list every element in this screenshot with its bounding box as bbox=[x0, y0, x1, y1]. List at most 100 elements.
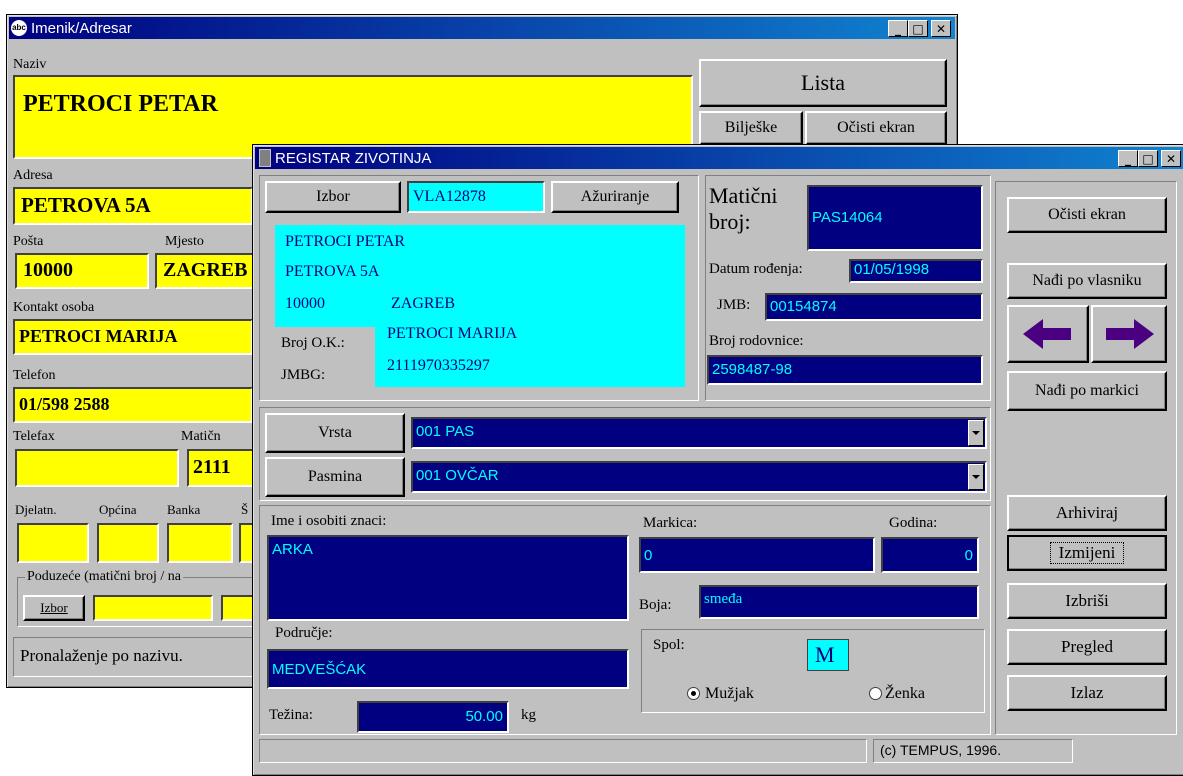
maticni-label-1: Matični bbox=[709, 183, 778, 208]
arrow-right-icon[interactable] bbox=[1104, 319, 1154, 349]
pregled-button[interactable]: Pregled bbox=[1007, 629, 1167, 665]
maticni-label-2: broj: bbox=[709, 209, 751, 234]
nadi-po-vlasniku-button[interactable]: Nađi po vlasniku bbox=[1007, 263, 1167, 299]
owner-label-box: Broj O.K.: JMBG: bbox=[275, 327, 375, 387]
owner-address: PETROVA 5A bbox=[285, 263, 380, 280]
izbor-value-field[interactable]: VLA12878 bbox=[407, 181, 545, 213]
radio-unchecked-icon[interactable] bbox=[869, 687, 882, 700]
opcina-field[interactable] bbox=[97, 523, 159, 563]
telefax-field[interactable] bbox=[15, 449, 179, 487]
boja-label: Boja: bbox=[639, 597, 672, 613]
chevron-down-icon[interactable] bbox=[968, 420, 984, 446]
podrucje-field[interactable]: MEDVEŠĆAK bbox=[267, 649, 629, 689]
nadi-po-markici-button[interactable]: Nađi po markici bbox=[1007, 371, 1167, 411]
lista-button[interactable]: Lista bbox=[699, 59, 947, 107]
imenik-titlebar[interactable]: abc Imenik/Adresar _ □ ✕ bbox=[9, 17, 955, 39]
spol-indicator: M bbox=[807, 639, 849, 671]
close-icon[interactable]: ✕ bbox=[1161, 150, 1181, 167]
status-left bbox=[259, 739, 867, 763]
telefon-field[interactable]: 01/598 2588 bbox=[13, 387, 253, 423]
owner-postcode: 10000 bbox=[285, 295, 325, 312]
markica-label: Markica: bbox=[643, 515, 698, 531]
rodovnica-label: Broj rodovnice: bbox=[709, 333, 804, 349]
maximize-icon[interactable]: □ bbox=[1138, 150, 1158, 167]
registar-window: REGISTAR ZIVOTINJA _ □ ✕ Izbor VLA12878 … bbox=[252, 144, 1183, 776]
podrucje-label: Područje: bbox=[275, 625, 333, 641]
markica-field[interactable]: 0 bbox=[639, 537, 875, 573]
maticni-broj-field[interactable]: PAS14064 bbox=[807, 185, 983, 251]
close-icon[interactable]: ✕ bbox=[931, 20, 951, 37]
ime-label: Ime i osobiti znaci: bbox=[271, 513, 387, 529]
rodovnica-field[interactable]: 2598487-98 bbox=[707, 355, 983, 385]
status-bar: Pronalaženje po nazivu. bbox=[13, 637, 253, 677]
ocisti-ekran-back-button[interactable]: Očisti ekran bbox=[805, 111, 947, 145]
broj-ok-label: Broj O.K.: bbox=[281, 335, 345, 351]
tezina-unit: kg bbox=[521, 707, 536, 723]
door-icon bbox=[259, 149, 271, 167]
arrow-left-icon[interactable] bbox=[1023, 319, 1073, 349]
app-icon: abc bbox=[11, 20, 27, 36]
owner-city: ZAGREB bbox=[391, 295, 455, 312]
maximize-icon[interactable]: □ bbox=[908, 20, 928, 37]
kontakt-field[interactable]: PETROCI MARIJA bbox=[13, 319, 253, 355]
biljeske-button[interactable]: Bilješke bbox=[699, 111, 803, 145]
izlaz-button[interactable]: Izlaz bbox=[1007, 675, 1167, 711]
jmbg-label: JMBG: bbox=[281, 367, 326, 383]
s-label: Š bbox=[241, 502, 249, 517]
adresa-label: Adresa bbox=[13, 168, 53, 183]
banka-label: Banka bbox=[167, 502, 201, 517]
minimize-icon[interactable]: _ bbox=[888, 20, 908, 37]
izbor-back-button[interactable]: Izbor bbox=[23, 595, 85, 621]
poduzece-maticni-field[interactable] bbox=[93, 595, 213, 621]
naziv-label: Naziv bbox=[13, 57, 47, 72]
radio-checked-icon[interactable] bbox=[687, 687, 700, 700]
maticni-back-label: Matičn bbox=[181, 429, 221, 444]
djelatn-label: Djelatn. bbox=[15, 502, 57, 517]
boja-field[interactable]: smeđa bbox=[699, 585, 979, 619]
arhiviraj-button[interactable]: Arhiviraj bbox=[1007, 495, 1167, 531]
pasmina-button[interactable]: Pasmina bbox=[265, 457, 405, 497]
vrsta-dropdown[interactable]: 001 PAS bbox=[411, 417, 987, 449]
owner-name: PETROCI PETAR bbox=[285, 233, 406, 250]
posta-field[interactable]: 10000 bbox=[15, 253, 149, 289]
pasmina-dropdown[interactable]: 001 OVČAR bbox=[411, 461, 987, 493]
godina-label: Godina: bbox=[889, 515, 938, 531]
izmijeni-button[interactable]: Izmijeni bbox=[1007, 535, 1167, 571]
izbor-button[interactable]: Izbor bbox=[265, 181, 401, 213]
jmb-field[interactable]: 00154874 bbox=[765, 293, 983, 321]
registar-title: REGISTAR ZIVOTINJA bbox=[275, 149, 432, 167]
datum-rodenja-field[interactable]: 01/05/1998 bbox=[849, 259, 983, 283]
status-right: (c) TEMPUS, 1996. bbox=[873, 739, 1073, 763]
azuriranje-button[interactable]: Ažuriranje bbox=[551, 181, 679, 213]
kontakt-label: Kontakt osoba bbox=[13, 300, 95, 315]
ocisti-ekran-button[interactable]: Očisti ekran bbox=[1007, 197, 1167, 233]
status-text: Pronalaženje po nazivu. bbox=[20, 646, 183, 665]
registar-titlebar[interactable]: REGISTAR ZIVOTINJA _ □ ✕ bbox=[255, 147, 1183, 169]
izbrisi-button[interactable]: Izbriši bbox=[1007, 583, 1167, 619]
telefon-label: Telefon bbox=[13, 368, 56, 383]
ime-field[interactable]: ARKA bbox=[267, 535, 629, 621]
posta-label: Pošta bbox=[13, 234, 44, 249]
copyright-text: (c) TEMPUS, 1996. bbox=[880, 742, 1002, 758]
adresa-field[interactable]: PETROVA 5A bbox=[13, 187, 253, 225]
tezina-label: Težina: bbox=[269, 707, 313, 723]
datum-label: Datum rođenja: bbox=[709, 261, 803, 277]
vrsta-button[interactable]: Vrsta bbox=[265, 413, 405, 453]
next-button[interactable] bbox=[1091, 305, 1167, 363]
poduzece-label: Poduzeće (matični broj / na bbox=[25, 569, 183, 585]
opcina-label: Općina bbox=[99, 502, 137, 517]
spol-label: Spol: bbox=[653, 637, 685, 653]
chevron-down-icon[interactable] bbox=[968, 464, 984, 490]
jmbg-value: 2111970335297 bbox=[387, 357, 490, 374]
tezina-field[interactable]: 50.00 bbox=[357, 701, 509, 733]
jmb-label: JMB: bbox=[717, 297, 751, 313]
imenik-title: Imenik/Adresar bbox=[31, 19, 132, 37]
minimize-icon[interactable]: _ bbox=[1118, 150, 1138, 167]
previous-button[interactable] bbox=[1007, 305, 1089, 363]
djelatnost-field[interactable] bbox=[17, 523, 89, 563]
godina-field[interactable]: 0 bbox=[881, 537, 979, 573]
maticni-back-field[interactable]: 2111 bbox=[187, 449, 257, 487]
mjesto-label: Mjesto bbox=[165, 234, 204, 249]
mjesto-field[interactable]: ZAGREB bbox=[155, 253, 255, 289]
banka-field[interactable] bbox=[167, 523, 233, 563]
